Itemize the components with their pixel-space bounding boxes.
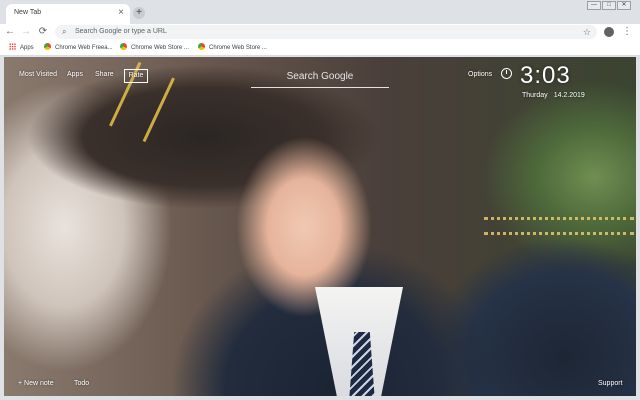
menu-kebab-icon[interactable]: ⋮ [622, 25, 632, 39]
new-tab-button[interactable]: + [133, 7, 145, 19]
date-label: 14.2.2019 [553, 92, 585, 99]
close-window-button[interactable]: ✕ [617, 1, 631, 10]
options-link[interactable]: Options [468, 71, 492, 78]
todo-button[interactable]: Todo [74, 380, 89, 387]
bookmark-item[interactable]: Chrome Web Store ... [120, 43, 189, 53]
minimize-button[interactable]: — [587, 1, 601, 10]
back-arrow-icon[interactable]: ← [4, 25, 16, 39]
chrome-web-store-icon [198, 43, 205, 50]
profile-avatar-icon[interactable] [604, 27, 614, 37]
apps-grid-icon [9, 43, 16, 50]
chrome-web-store-icon [44, 43, 51, 50]
clock-icon[interactable] [501, 68, 512, 79]
tab-new-tab[interactable]: New Tab × [6, 4, 130, 24]
title-bar: New Tab × + — □ ✕ [0, 0, 640, 24]
address-bar-placeholder: Search Google or type a URL [75, 28, 167, 35]
search-google-input[interactable] [251, 66, 389, 88]
close-tab-icon[interactable]: × [118, 7, 124, 19]
bookmark-apps[interactable]: Apps [9, 43, 34, 53]
bookmark-star-icon[interactable]: ☆ [583, 26, 591, 38]
address-bar[interactable]: ⌕ Search Google or type a URL ☆ [55, 25, 597, 39]
rate-button[interactable]: Rate [124, 69, 148, 83]
forward-arrow-icon[interactable]: → [20, 25, 32, 39]
search-icon: ⌕ [62, 27, 67, 36]
most-visited-link[interactable]: Most Visited [19, 71, 57, 78]
new-tab-background: Most Visited Apps Share Rate Options 3:0… [4, 57, 636, 396]
day-label: Thurday [522, 92, 548, 99]
clock-time: 3:03 [520, 62, 571, 89]
tab-title: New Tab [14, 9, 42, 16]
clock-date: Thurday 14.2.2019 [522, 92, 585, 99]
background-photo-detail [484, 217, 634, 235]
support-link[interactable]: Support [598, 380, 623, 387]
browser-toolbar: ← → ⟳ ⌕ Search Google or type a URL ☆ ⋮ [0, 24, 640, 40]
chrome-web-store-icon [120, 43, 127, 50]
apps-link[interactable]: Apps [67, 71, 83, 78]
new-note-button[interactable]: + New note [18, 380, 54, 387]
maximize-button[interactable]: □ [602, 1, 616, 10]
share-link[interactable]: Share [95, 71, 114, 78]
reload-icon[interactable]: ⟳ [37, 25, 49, 39]
bookmarks-bar: Apps Chrome Web Freea... Chrome Web Stor… [0, 40, 640, 56]
bookmark-item[interactable]: Chrome Web Store ... [198, 43, 267, 53]
bookmark-item[interactable]: Chrome Web Freea... [44, 43, 113, 53]
